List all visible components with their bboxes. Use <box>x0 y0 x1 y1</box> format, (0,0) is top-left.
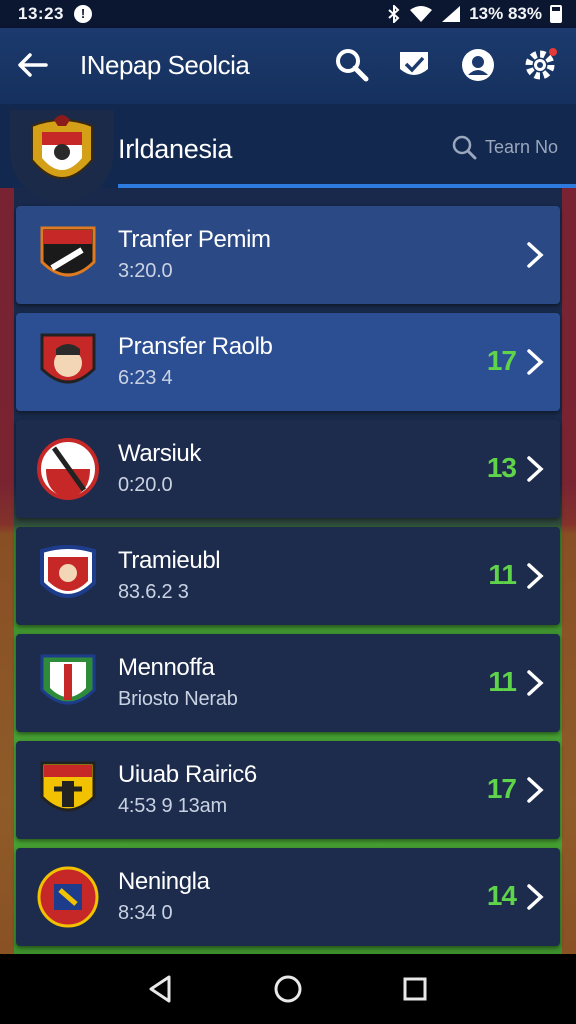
page-title: INepap Seolcia <box>80 50 250 80</box>
item-name: Tranfer Pemim <box>118 226 271 253</box>
chevron-right-icon <box>527 456 544 482</box>
shield-check-icon <box>400 52 428 75</box>
list-item[interactable]: Tramieubl 83.6.2 3 11 <box>16 527 560 625</box>
chevron-right-icon <box>527 242 544 268</box>
status-right: 13% 83% <box>387 4 562 24</box>
list-item[interactable]: Mennoffa Briosto Nerab 11 <box>16 634 560 732</box>
system-nav-bar <box>0 954 576 1024</box>
app-bar: INepap Seolcia <box>0 28 576 104</box>
search-icon <box>452 135 477 160</box>
team-crest <box>10 110 114 202</box>
item-subtitle: 0:20.0 <box>118 474 173 496</box>
item-count: 17 <box>486 345 517 376</box>
list-item[interactable]: Uiuab Rairic6 4:53 9 13am 17 <box>16 741 560 839</box>
item-subtitle: Briosto Nerab <box>118 688 238 710</box>
search-button[interactable] <box>333 46 371 84</box>
club-badge-icon <box>37 438 99 500</box>
chevron-right-icon <box>527 349 544 375</box>
notification-dot <box>549 48 557 56</box>
club-badge-icon <box>40 654 96 705</box>
club-badge-icon <box>40 761 96 812</box>
list-item[interactable]: Tranfer Pemim 3:20.0 <box>16 206 560 304</box>
search-icon <box>336 49 369 82</box>
recents-square-icon[interactable] <box>398 972 432 1006</box>
verify-button[interactable] <box>395 46 433 84</box>
crest-icon <box>31 115 93 179</box>
wifi-icon <box>410 6 433 22</box>
list-item[interactable]: Neningla 8:34 0 14 <box>16 848 560 946</box>
club-badge-icon <box>40 545 96 598</box>
bluetooth-icon <box>388 5 400 23</box>
item-count: 11 <box>488 559 517 590</box>
settings-icon <box>525 48 557 80</box>
club-badge-icon <box>37 866 99 928</box>
club-badge-icon <box>40 226 96 277</box>
club-badge-icon <box>40 333 96 384</box>
team-search-placeholder: Tearn No <box>484 136 558 157</box>
chevron-right-icon <box>527 777 544 803</box>
alert-icon: ! <box>74 5 92 23</box>
item-name: Pransfer Raolb <box>118 333 273 360</box>
team-list: Tranfer Pemim 3:20.0 Pransfer Raolb 6:23… <box>16 206 560 955</box>
item-subtitle: 4:53 9 13am <box>118 795 227 817</box>
item-subtitle: 3:20.0 <box>118 260 173 282</box>
item-count: 14 <box>486 880 517 911</box>
chevron-right-icon <box>527 563 544 589</box>
team-search[interactable]: Tearn No <box>451 134 558 160</box>
item-subtitle: 6:23 4 <box>118 367 173 389</box>
chevron-right-icon <box>527 670 544 696</box>
header-underline <box>118 184 576 188</box>
list-item[interactable]: Pransfer Raolb 6:23 4 17 <box>16 313 560 411</box>
list-item[interactable]: Warsiuk 0:20.0 13 <box>16 420 560 518</box>
chevron-right-icon <box>527 884 544 910</box>
item-name: Warsiuk <box>118 440 201 467</box>
status-time: 13:23 <box>18 4 64 23</box>
battery-text: 13% 83% <box>469 4 542 23</box>
settings-button[interactable] <box>521 46 559 84</box>
profile-button[interactable] <box>459 46 497 84</box>
item-name: Neningla <box>118 868 210 895</box>
team-name: Irldanesia <box>118 134 233 164</box>
item-name: Uiuab Rairic6 <box>118 761 257 788</box>
battery-icon <box>550 5 562 23</box>
back-arrow-icon[interactable] <box>16 48 50 82</box>
item-count: 17 <box>486 773 517 804</box>
item-name: Mennoffa <box>118 654 215 681</box>
status-bar: 13:23 ! 13% 83% <box>0 0 576 28</box>
profile-icon <box>462 49 494 81</box>
home-circle-icon[interactable] <box>271 972 305 1006</box>
item-count: 11 <box>488 666 517 697</box>
item-subtitle: 8:34 0 <box>118 902 173 924</box>
item-subtitle: 83.6.2 3 <box>118 581 189 603</box>
item-name: Tramieubl <box>118 547 221 574</box>
signal-icon <box>442 6 461 22</box>
back-triangle-icon[interactable] <box>143 972 177 1006</box>
item-count: 13 <box>486 452 517 483</box>
